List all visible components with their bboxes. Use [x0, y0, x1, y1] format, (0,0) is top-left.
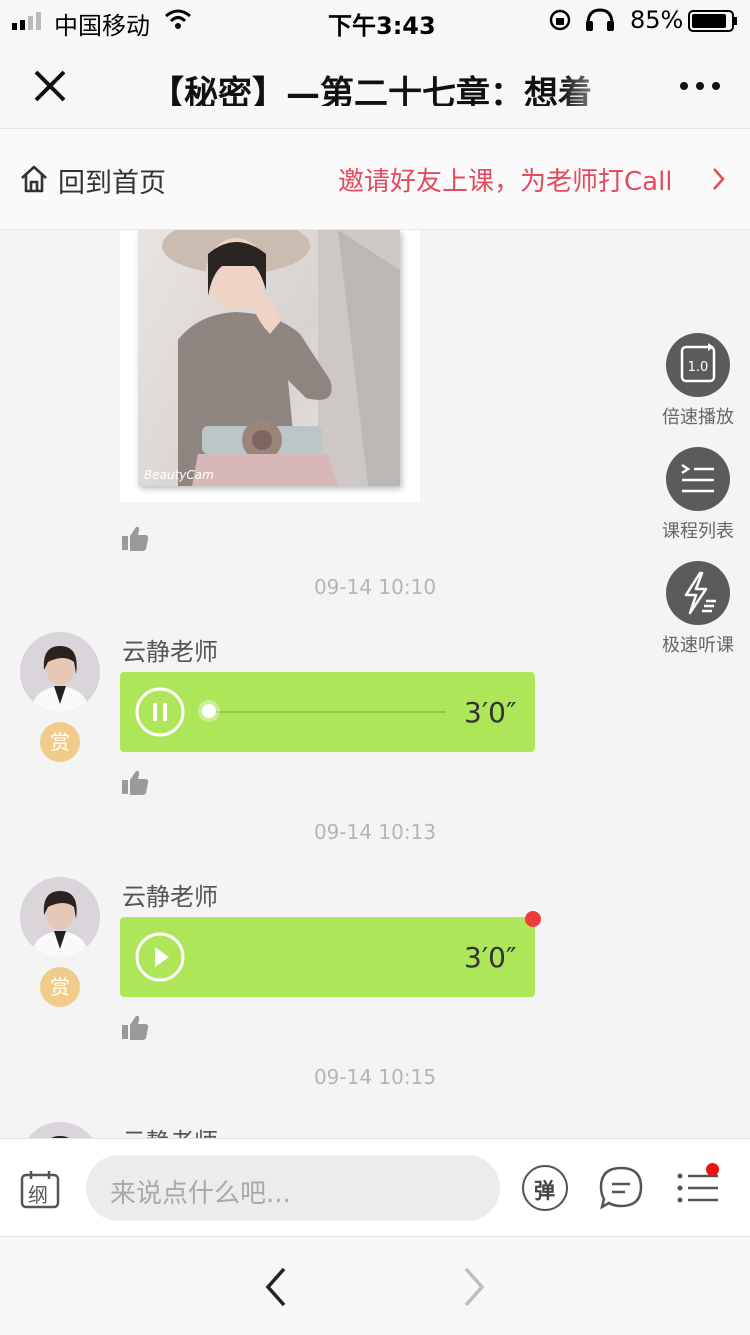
sender-name: 云静老师 — [122, 1122, 218, 1138]
avatar[interactable] — [20, 1122, 100, 1138]
thumbs-up-icon — [122, 770, 149, 795]
more-icon — [680, 82, 720, 90]
chat-bubble-icon — [599, 1166, 643, 1210]
home-label: 回到首页 — [58, 168, 166, 199]
signal-icon — [12, 12, 48, 30]
progress-knob[interactable] — [202, 704, 216, 718]
pause-icon — [135, 687, 185, 737]
fast-listen-circle — [666, 561, 730, 625]
headphones-icon — [584, 8, 616, 32]
pause-button[interactable] — [135, 687, 185, 737]
comment-input[interactable]: 来说点什么吧... — [86, 1155, 500, 1221]
speed-button-circle: 1.0 — [666, 333, 730, 397]
invite-text: 邀请好友上课，为老师打Call — [338, 167, 673, 197]
like-button[interactable] — [120, 1013, 150, 1043]
outline-icon-text: 纲 — [28, 1183, 48, 1207]
play-icon — [135, 932, 185, 982]
close-icon — [34, 70, 66, 102]
barrage-toggle[interactable]: 弹 — [522, 1165, 568, 1211]
playback-progress[interactable] — [202, 704, 446, 718]
wifi-icon — [164, 8, 192, 30]
voice-message[interactable]: 3′0″ — [120, 911, 541, 997]
timestamp: 09-14 10:15 — [313, 1065, 437, 1089]
course-list-label: 课程列表 — [662, 521, 734, 542]
speed-value: 1.0 — [688, 360, 709, 375]
chevron-right-icon — [713, 168, 725, 190]
voice-duration: 3′0″ — [464, 696, 517, 729]
home-link[interactable]: 回到首页 — [18, 161, 178, 201]
page-title: 【秘密】—第二十七章：想着 — [150, 74, 592, 106]
reward-badge[interactable]: 赏 — [40, 722, 80, 762]
outline-button[interactable]: 纲 — [20, 1169, 60, 1209]
lightning-icon — [684, 571, 716, 615]
clock: 下午3:43 — [328, 12, 436, 40]
list-icon — [681, 463, 714, 493]
teacher-photo[interactable]: BeautyCam — [138, 230, 400, 486]
photo-message[interactable]: BeautyCam — [120, 230, 420, 502]
reward-badge[interactable]: 赏 — [40, 967, 80, 1007]
sender-name: 云静老师 — [122, 638, 218, 666]
comments-button[interactable] — [598, 1165, 644, 1211]
menu-button[interactable] — [674, 1163, 724, 1213]
speed-play-button[interactable]: 1.0 倍速播放 — [648, 333, 748, 428]
carrier-label: 中国移动 — [54, 12, 150, 40]
fast-listen-button[interactable]: 极速听课 — [648, 561, 748, 656]
invite-link[interactable]: 邀请好友上课，为老师打Call — [338, 161, 738, 201]
battery-percent: 85% — [630, 6, 684, 34]
browser-toolbar — [0, 1236, 750, 1335]
nav-bar: 【秘密】—第二十七章：想着 — [0, 40, 750, 129]
back-button[interactable] — [258, 1265, 298, 1309]
sender-name: 云静老师 — [122, 883, 218, 911]
avatar[interactable] — [20, 632, 100, 712]
thumbs-up-icon — [122, 526, 149, 551]
progress-track — [202, 711, 446, 713]
notification-dot — [706, 1163, 719, 1176]
title-fade — [560, 66, 630, 110]
course-list-button[interactable]: 课程列表 — [648, 447, 748, 542]
input-bar: 纲 来说点什么吧... 弹 — [0, 1138, 750, 1237]
status-bar: 中国移动 下午3:43 85% — [0, 0, 750, 40]
fast-listen-label: 极速听课 — [662, 635, 734, 656]
play-button[interactable] — [135, 932, 185, 982]
course-list-circle — [666, 447, 730, 511]
speed-icon: 1.0 — [680, 343, 716, 383]
battery-icon — [688, 10, 738, 32]
timestamp: 09-14 10:10 — [313, 575, 437, 599]
rotation-lock-icon — [548, 8, 572, 32]
avatar[interactable] — [20, 877, 100, 957]
thumbs-up-icon — [122, 1015, 149, 1040]
sub-bar: 回到首页 邀请好友上课，为老师打Call — [0, 129, 750, 230]
speed-play-label: 倍速播放 — [662, 407, 734, 428]
chat-area[interactable]: BeautyCam 09-14 10:10 赏 云静老师 3′0″ 09-14 … — [0, 230, 750, 1138]
like-button[interactable] — [120, 524, 150, 554]
close-button[interactable] — [30, 66, 70, 106]
barrage-label: 弹 — [534, 1179, 555, 1203]
voice-message[interactable]: 3′0″ — [120, 672, 535, 752]
like-button[interactable] — [120, 768, 150, 798]
forward-button[interactable] — [454, 1265, 494, 1309]
unread-dot — [525, 911, 541, 927]
timestamp: 09-14 10:13 — [313, 820, 437, 844]
chevron-right-icon — [464, 1267, 485, 1307]
comment-placeholder: 来说点什么吧... — [110, 1179, 291, 1209]
voice-duration: 3′0″ — [464, 941, 517, 974]
photo-watermark: BeautyCam — [144, 468, 214, 482]
more-button[interactable] — [676, 76, 724, 96]
chevron-left-icon — [265, 1267, 286, 1307]
home-icon — [21, 165, 47, 193]
